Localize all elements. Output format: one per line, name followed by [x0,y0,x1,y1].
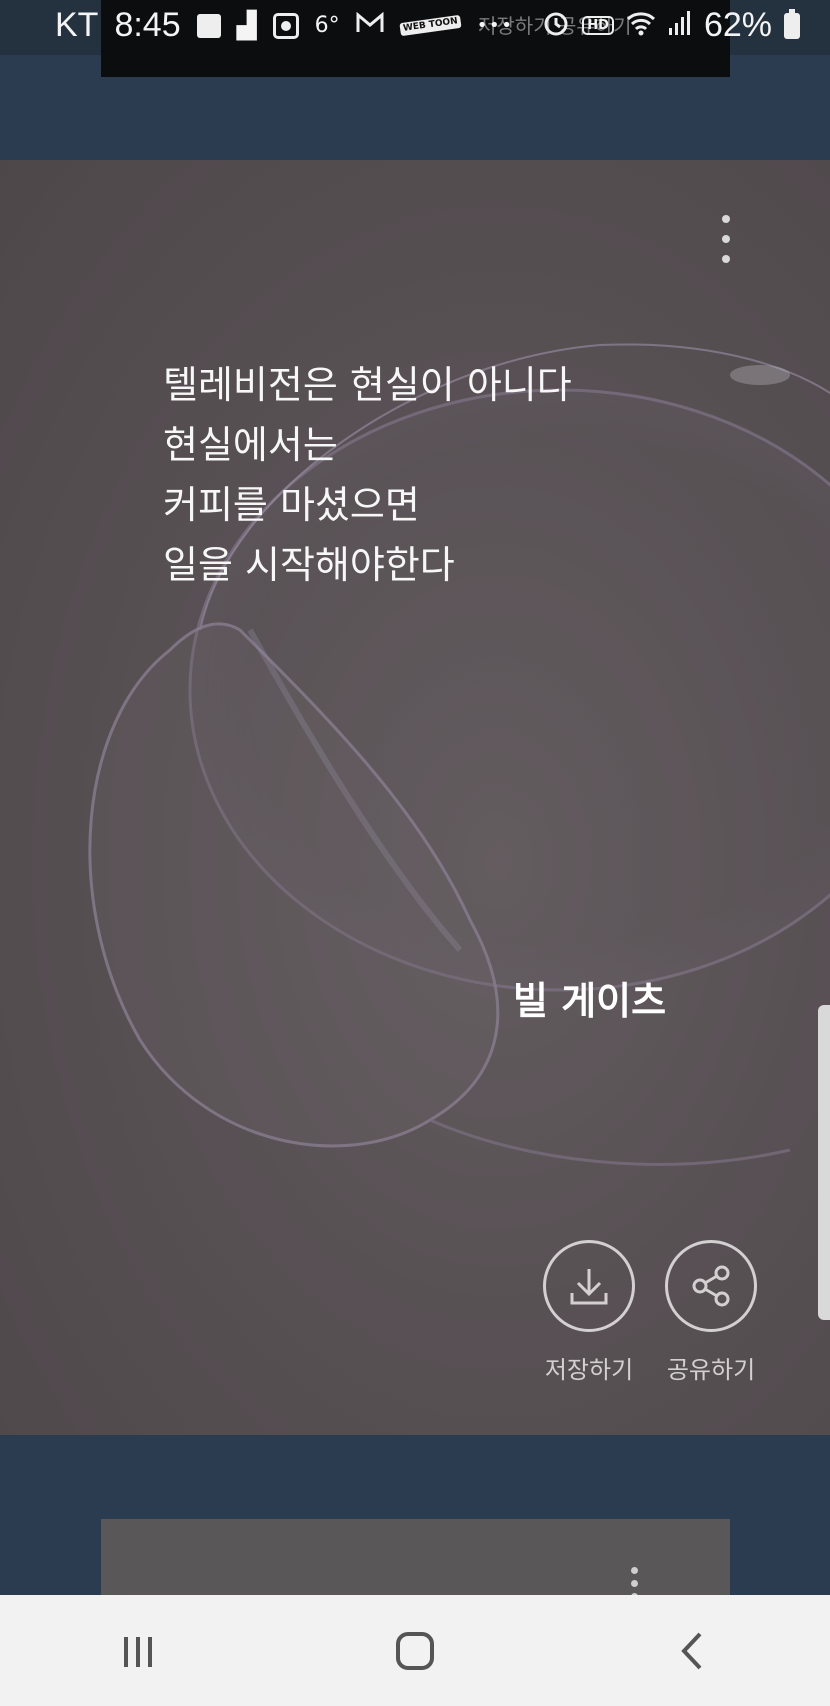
webtoon-icon: WEB TOON [399,14,462,37]
quote-card: 텔레비전은 현실이 아니다 현실에서는 커피를 마셨으면 일을 시작해야한다 빌… [0,160,830,1435]
record-icon [272,12,299,39]
status-left: KT 8:45 ▟ 6° WEB TOON • • • [55,6,512,45]
quote-line: 현실에서는 [163,423,338,467]
back-icon[interactable] [632,1611,752,1691]
signal-icon [668,10,692,41]
quote-author: 빌 게이츠 [513,979,667,1023]
save-label: 저장하기 [544,1356,634,1384]
quote-text: 텔레비전은 현실이 아니다 현실에서는 커피를 마셨으면 일을 시작해야한다 [163,355,572,595]
temperature-icon: 6° [314,12,340,38]
share-label: 공유하기 [666,1356,756,1384]
edge-panel-handle[interactable] [818,1005,830,1320]
download-icon [543,1240,635,1332]
battery-percent: 62% [703,6,772,44]
share-button[interactable]: 공유하기 [661,1240,761,1385]
steps-icon: ▟ [236,10,257,41]
sticky-note-icon [196,13,221,38]
quote-line: 텔레비전은 현실이 아니다 [163,363,572,407]
quote-line: 커피를 마셨으면 [163,483,420,527]
battery-icon [784,8,800,39]
save-button[interactable]: 저장하기 [539,1240,639,1385]
status-right: HD 62% [542,6,800,45]
gmail-icon [356,11,384,39]
more-options-icon[interactable] [716,215,736,263]
home-icon[interactable] [355,1611,475,1691]
recent-apps-icon[interactable] [78,1611,198,1691]
share-icon [665,1240,757,1332]
alarm-icon [542,9,570,42]
carrier-label: KT [55,6,99,44]
status-bar: KT 8:45 ▟ 6° WEB TOON • • • 저장하기 공유하기 HD… [0,0,830,77]
hd-call-icon: HD [582,16,614,35]
wifi-icon [626,10,656,41]
navigation-bar [0,1595,830,1706]
quote-line: 일을 시작해야한다 [163,543,455,587]
clock: 8:45 [114,6,181,44]
